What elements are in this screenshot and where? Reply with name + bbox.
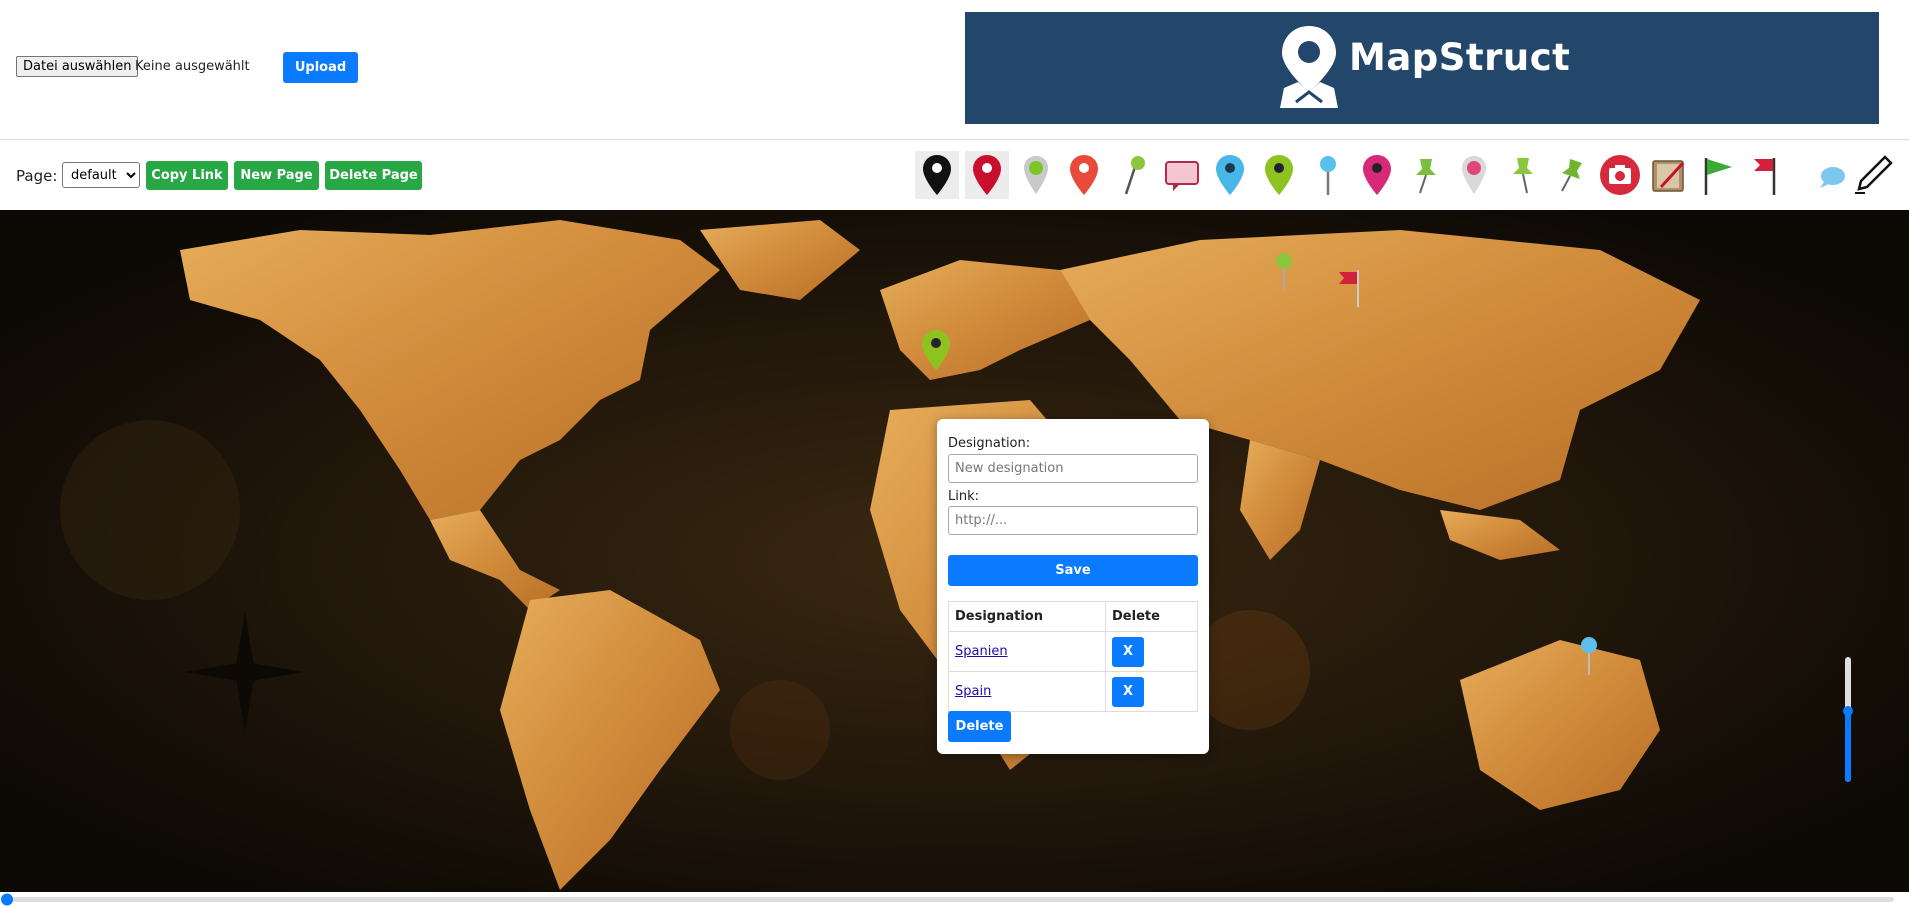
copy-link-button[interactable]: Copy Link — [146, 161, 228, 190]
map-marker-green-needle[interactable] — [1272, 252, 1296, 292]
delete-marker-button[interactable]: Delete — [948, 711, 1011, 742]
table-row: Spanien X — [948, 631, 1198, 672]
top-bar: Datei auswählen Keine ausgewählt Upload … — [0, 0, 1909, 140]
designation-link[interactable]: Spanien — [955, 644, 1008, 659]
map-marker-green-pin[interactable] — [921, 329, 951, 371]
map-marker-blue-needle[interactable] — [1577, 635, 1601, 677]
brand-banner: MapStruct — [965, 12, 1879, 124]
column-header-delete: Delete — [1105, 601, 1198, 632]
link-label: Link: — [948, 489, 980, 504]
designation-table: Designation Delete Spanien X Spain X — [948, 601, 1198, 712]
page-label: Page: — [16, 167, 58, 185]
zoom-slider[interactable] — [1843, 657, 1853, 782]
choose-file-button[interactable]: Datei auswählen — [16, 56, 139, 77]
table-cell-delete: X — [1105, 631, 1198, 672]
speech-bubble-icon[interactable] — [1160, 151, 1204, 199]
blue-comment-icon[interactable] — [1810, 151, 1854, 199]
designation-input[interactable] — [948, 454, 1198, 483]
green-push-pin-alt-icon[interactable] — [1501, 151, 1545, 199]
magenta-map-pin-icon[interactable] — [1355, 151, 1399, 199]
green-push-pin-tilted-icon[interactable] — [1550, 151, 1594, 199]
lime-map-pin-icon[interactable] — [1257, 151, 1301, 199]
delete-row-button[interactable]: X — [1112, 676, 1144, 707]
red-map-pin-icon[interactable] — [965, 151, 1009, 199]
table-header-row: Designation Delete — [948, 601, 1198, 632]
upload-button[interactable]: Upload — [283, 52, 358, 83]
delete-row-button[interactable]: X — [1112, 636, 1144, 667]
marker-edit-popup: Designation: Link: Save Designation Dele… — [937, 419, 1209, 754]
map-marker-red-flag[interactable] — [1336, 268, 1362, 308]
pin-palette — [915, 151, 1905, 201]
designation-label: Designation: — [948, 436, 1031, 451]
toolbar: Page: default Copy Link New Page Delete … — [0, 141, 1909, 210]
brand-name: MapStruct — [1349, 36, 1571, 79]
pen-icon[interactable] — [1851, 151, 1895, 199]
designation-link[interactable]: Spain — [955, 684, 991, 699]
green-flag-icon[interactable] — [1696, 151, 1740, 199]
camera-icon[interactable] — [1598, 151, 1642, 199]
gray-green-dot-pin-icon[interactable] — [1014, 151, 1058, 199]
table-cell-designation: Spanien — [948, 631, 1106, 672]
table-cell-designation: Spain — [948, 671, 1106, 712]
brand-pin-icon — [1280, 26, 1338, 108]
red-flag-icon[interactable] — [1744, 151, 1788, 199]
new-page-button[interactable]: New Page — [234, 161, 319, 190]
horizontal-slider[interactable] — [0, 892, 1909, 907]
table-cell-delete: X — [1105, 671, 1198, 712]
column-header-designation: Designation — [948, 601, 1106, 632]
table-row: Spain X — [948, 671, 1198, 712]
page-select[interactable]: default — [62, 162, 140, 188]
save-button[interactable]: Save — [948, 555, 1198, 586]
link-input[interactable] — [948, 506, 1198, 535]
delete-page-button[interactable]: Delete Page — [325, 161, 422, 190]
blue-map-pin-icon[interactable] — [1208, 151, 1252, 199]
black-map-pin-icon[interactable] — [915, 151, 959, 199]
blue-needle-pin-icon[interactable] — [1306, 151, 1350, 199]
file-status-text: Keine ausgewählt — [135, 59, 250, 74]
notebook-icon[interactable] — [1647, 151, 1691, 199]
green-push-pin-icon[interactable] — [1403, 151, 1447, 199]
pink-dot-pin-icon[interactable] — [1452, 151, 1496, 199]
green-needle-pin-icon[interactable] — [1111, 151, 1155, 199]
orange-red-map-pin-icon[interactable] — [1062, 151, 1106, 199]
